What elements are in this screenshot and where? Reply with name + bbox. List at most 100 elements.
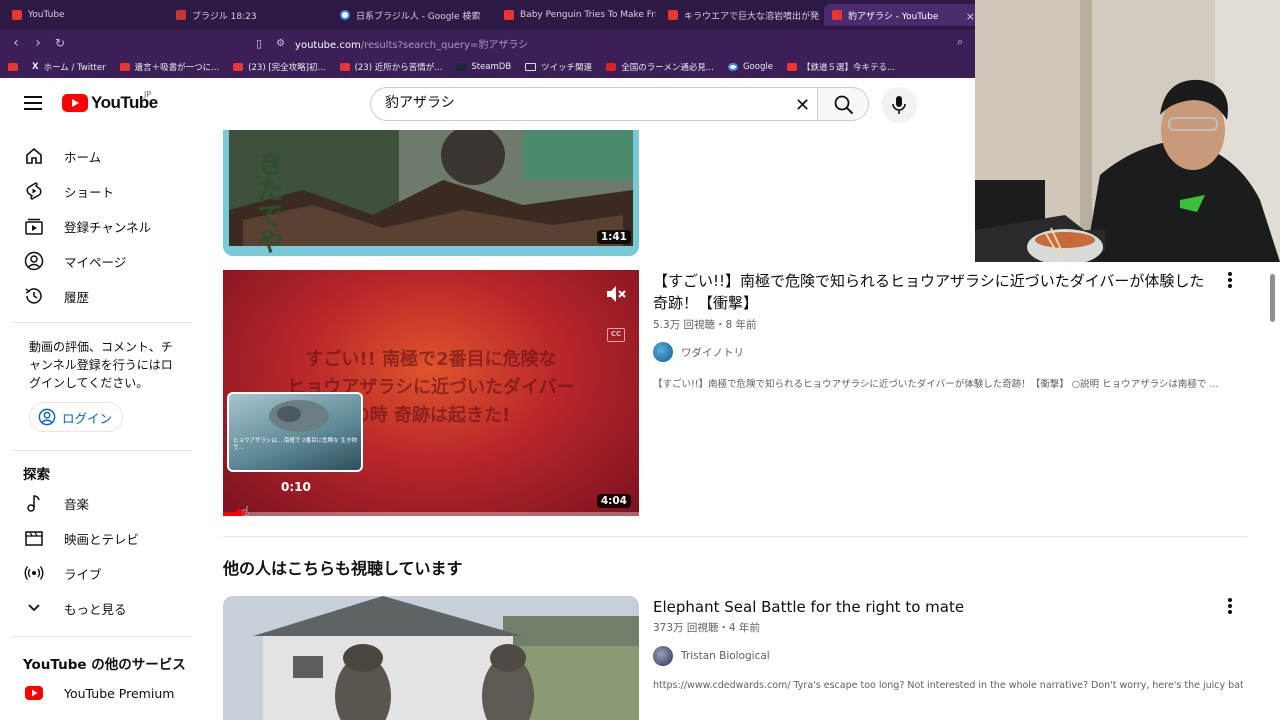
login-prompt: 動画の評価、コメント、チャンネル登録を行うにはログインしてください。 [29,340,173,390]
bookmark-item[interactable]: SteamDB [456,62,511,72]
channel-link[interactable]: ワダイノトリ [653,342,744,362]
bookmark-item[interactable]: Google [727,62,773,72]
close-tab-icon[interactable]: × [966,10,975,23]
search-button[interactable] [817,87,869,121]
bookmark-item[interactable]: 全国のラーメン通必見... [606,61,714,73]
voice-search-button[interactable] [881,87,917,123]
video-description: 【すごい!!】南極で危険で知られるヒョウアザラシに近づいたダイバーが体験した奇跡… [653,379,1219,390]
channel-avatar [653,646,673,666]
youtube-favicon [668,10,678,20]
sidebar-item-shorts[interactable]: ショート [12,173,192,209]
sidebar-item-label: YouTube Premium [64,685,175,701]
url-path: /results?search_query=豹アザラシ [360,39,529,51]
sidebar: ホーム ショート 登録チャンネル マイページ 履歴 動画の評価、コメント、チャン… [0,130,205,720]
more-actions-icon[interactable] [1228,272,1232,290]
history-icon [22,284,46,308]
section-divider [223,536,1247,537]
ramen-favicon [606,63,617,71]
subscriptions-icon [22,214,46,238]
tab-title: ブラジル 18:23 [192,11,257,22]
page-scrollbar[interactable] [1268,262,1278,720]
video-thumbnail[interactable] [223,596,639,720]
sidebar-item-film[interactable]: 映画とテレビ [12,520,192,556]
bookmark-item[interactable]: ツイッチ関連 [525,61,592,73]
back-icon[interactable]: ‹ [6,35,26,51]
video-title[interactable]: 【すごい!!】南極で危険で知られるヒョウアザラシに近づいたダイバーが体験した奇跡… [653,270,1213,314]
bookmark-label: (23) 近所から苦情が... [354,63,443,73]
sidebar-item-label: もっと見る [64,601,127,617]
sidebar-item-history[interactable]: 履歴 [12,278,192,314]
browser-tab[interactable]: YouTube [4,4,164,26]
youtube-favicon [233,63,244,71]
clear-search-icon[interactable]: ✕ [795,95,810,116]
url-field[interactable]: youtube.com/results?search_query=豹アザラシ [295,36,528,51]
account-icon [38,408,56,426]
thumbnail-image [223,596,639,720]
search-input[interactable] [385,94,765,110]
zoom-icon[interactable]: ⌕ [957,35,963,49]
browser-tab-active[interactable]: 豹アザラシ - YouTube × [824,4,979,26]
bookmark-favicon [176,10,186,20]
sidebar-item-youtube-premium[interactable]: YouTube Premium [12,675,192,711]
x-favicon: X [32,62,39,72]
bookmark-item[interactable] [8,63,18,71]
hamburger-menu-icon[interactable] [24,96,42,110]
tab-title: キラウエアで巨大な溶岩噴出が発生。ウ [684,11,820,22]
search-icon [834,95,854,115]
sidebar-item-label: ホーム [64,149,102,165]
youtube-favicon [339,63,350,71]
sidebar-item-label: ライブ [64,566,102,582]
bookmark-label: (23) [完全攻略]初... [248,63,326,73]
sidebar-item-home[interactable]: ホーム [12,138,192,174]
youtube-favicon [8,63,18,71]
browser-tab[interactable]: ブラジル 18:23 [168,4,328,26]
bookmark-label: 遺言＋吸書が一つに... [134,63,220,73]
bookmark-item[interactable]: (23) [完全攻略]初... [233,61,326,73]
mute-icon[interactable] [605,284,627,308]
browser-tab[interactable]: キラウエアで巨大な溶岩噴出が発生。ウ [660,4,820,26]
channel-name: ワダイノトリ [681,346,744,359]
thumbnail-text-line: すごい!! 南極で2番目に危険な [305,349,557,370]
bookmark-item[interactable]: (23) 近所から苦情が... [339,61,443,73]
sidebar-item-live[interactable]: ライブ [12,555,192,591]
more-actions-icon[interactable] [1228,598,1232,616]
site-info-icon[interactable]: ⚙ [276,38,285,49]
preview-caption: ヒョウアザラシは... 南極で 2番目に危険な 生き物 で... [233,438,357,451]
account-icon [22,249,46,273]
bookmark-label: ホーム / Twitter [43,63,106,73]
video-thumbnail-preview[interactable]: すごい!! 南極で2番目に危険な ヒョウアザラシに近づいたダイバー の時 奇跡は… [223,270,639,516]
logo-country-code: JP [144,90,152,99]
channel-name: Tristan Biological [681,650,770,662]
sidebar-item-account[interactable]: マイページ [12,243,192,279]
channel-link[interactable]: Tristan Biological [653,646,770,666]
bookmark-label: ツイッチ関連 [541,63,593,73]
bookmark-star-icon[interactable]: ▯ [256,37,262,50]
bookmark-label: Google [742,62,773,72]
google-favicon [727,63,738,71]
sidebar-item-subscriptions[interactable]: 登録チャンネル [12,208,192,244]
browser-tab[interactable]: 日系ブラジル人 - Google 検索 [332,4,492,26]
browser-tab[interactable]: Baby Penguin Tries To Make Friends [496,4,656,26]
preview-timestamp: 0:10 [281,480,311,494]
closed-captions-icon[interactable]: CC [607,328,625,342]
reload-icon[interactable]: ↻ [50,36,70,50]
steam-favicon [456,63,467,71]
sidebar-divider [12,322,192,323]
google-favicon [340,10,350,20]
forward-icon[interactable]: › [28,35,48,51]
video-thumbnail[interactable]: きたでや 1:41 [223,130,639,256]
section-heading: 他の人はこちらも視聴しています [223,559,463,578]
login-button[interactable]: ログイン [29,402,123,432]
progress-track[interactable] [223,509,639,516]
bookmark-favicon [119,63,130,71]
bookmark-item[interactable]: 遺言＋吸書が一つに... [119,61,220,73]
search-box: ✕ [370,87,817,121]
sidebar-item-music[interactable]: 音楽 [12,485,192,521]
webcam-overlay [975,0,1280,262]
sidebar-item-show-more[interactable]: もっと見る [12,590,192,626]
video-title[interactable]: Elephant Seal Battle for the right to ma… [653,596,1213,618]
scrollbar-thumb[interactable] [1270,274,1275,322]
bookmark-label: SteamDB [471,62,512,72]
bookmark-item[interactable]: 【鉄道５選】今キテる... [786,61,895,73]
bookmark-item[interactable]: X ホーム / Twitter [32,61,106,73]
